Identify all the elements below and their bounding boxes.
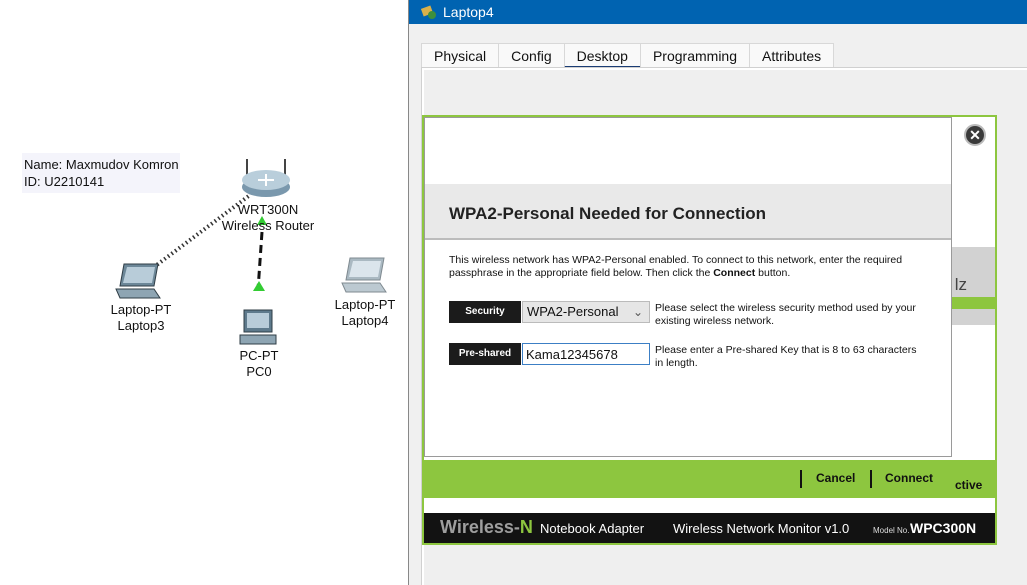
close-icon[interactable]: ✕ [964,124,986,146]
tab-attributes[interactable]: Attributes [749,43,835,68]
app-background-green [951,297,995,309]
laptop4-label: Laptop-PT Laptop4 [334,297,396,328]
app-footer: Wireless-N Notebook Adapter Wireless Net… [424,513,995,543]
window-title: Laptop4 [443,4,494,20]
monitor-label: Wireless Network Monitor v1.0 [673,521,850,536]
window-titlebar[interactable]: Laptop4 [409,0,1027,24]
laptop3-icon[interactable] [114,262,164,300]
tab-physical[interactable]: Physical [421,43,500,68]
security-label: Security [449,301,521,323]
cancel-button[interactable]: Cancel [816,463,855,493]
model-label: Model No. [873,526,910,535]
app-icon [421,5,436,19]
model-number: WPC300N [910,520,977,536]
topology-canvas[interactable]: Name: Maxmudov Komron ID: U2210141 WRT30… [0,0,408,585]
tab-programming[interactable]: Programming [639,43,750,68]
psk-input[interactable] [522,343,650,365]
pc0-label: PC-PT PC0 [239,348,279,379]
security-value: WPA2-Personal [527,304,619,319]
dialog-header: WPA2-Personal Needed for Connection [425,184,951,240]
tab-config[interactable]: Config [498,43,565,68]
tab-desktop[interactable]: Desktop [563,43,641,69]
separator [870,470,872,488]
laptop3-label: Laptop-PT Laptop3 [110,302,172,333]
security-select[interactable]: WPA2-Personal ⌄ [522,301,650,323]
pc0-icon[interactable] [238,308,280,346]
link-status-down-icon [253,281,265,291]
psk-help: Please enter a Pre-shared Key that is 8 … [655,344,917,369]
connect-button[interactable]: Connect [885,463,933,493]
dialog-title: WPA2-Personal Needed for Connection [449,204,767,223]
wpa2-dialog: WPA2-Personal Needed for Connection This… [424,117,952,457]
router-label: WRT300N Wireless Router [221,202,315,233]
chevron-down-icon: ⌄ [632,305,643,319]
security-help: Please select the wireless security meth… [655,302,916,327]
brand-logo: Wireless-N [440,517,533,537]
dialog-description: This wireless network has WPA2-Personal … [449,254,903,279]
router-icon[interactable] [240,157,292,199]
adapter-label: Notebook Adapter [540,521,645,536]
psk-label: Pre-shared Key [449,343,521,381]
partial-letter: lz [954,275,967,294]
laptop4-icon[interactable] [340,256,390,294]
background-status-text: ctive [955,478,983,492]
tab-bar: Physical Config Desktop Programming Attr… [421,43,835,69]
ethernet-link [256,231,264,291]
separator [800,470,802,488]
